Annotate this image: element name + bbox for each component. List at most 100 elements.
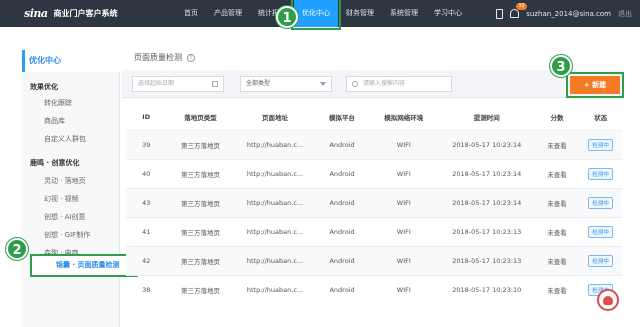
search-icon bbox=[352, 81, 358, 87]
table-row[interactable]: 43 第三方落地页 http://huaban.c... Android WIF… bbox=[126, 187, 622, 217]
cell-score: 未查看 bbox=[534, 245, 580, 275]
type-select[interactable]: 全部类型 bbox=[240, 76, 332, 92]
step-marker-2: 2 bbox=[6, 238, 28, 260]
table-row[interactable]: 40 第三方落地页 http://huaban.c... Android WIF… bbox=[126, 158, 622, 188]
sidebar-item-audience[interactable]: 自定义人群包 bbox=[44, 134, 86, 144]
cell-time: 2018-05-17 10:23:14 bbox=[438, 129, 535, 159]
main-nav: 首页 产品管理 统计报表 优化中心 财务管理 系统管理 学习中心 bbox=[176, 0, 470, 30]
sidebar-item-page-quality[interactable]: 锦囊 · 页面质量检测 bbox=[30, 254, 138, 277]
cell-status: 检测中 bbox=[579, 245, 622, 275]
cell-time: 2018-05-17 10:23:13 bbox=[438, 216, 535, 246]
cell-url[interactable]: http://huaban.c... bbox=[234, 158, 316, 188]
notification-badge: 32 bbox=[516, 3, 527, 10]
page-title-row: 页面质量检测 ? bbox=[134, 52, 195, 63]
cell-url[interactable]: http://huaban.c... bbox=[234, 216, 316, 246]
cell-network: WIFI bbox=[368, 158, 439, 188]
user-area: 32 suzhan_2014@sina.com 退出 bbox=[496, 0, 632, 27]
cell-score: 未查看 bbox=[534, 129, 580, 159]
col-landing-type: 落地页类型 bbox=[166, 104, 235, 130]
cell-id: 41 bbox=[126, 216, 167, 246]
cell-network: WIFI bbox=[368, 245, 439, 275]
table-row[interactable]: 38 第三方落地页 http://huaban.c... Android WIF… bbox=[126, 274, 622, 304]
sidebar-title: 优化中心 bbox=[22, 50, 120, 72]
cell-status: 检测中 bbox=[579, 158, 622, 188]
cell-url[interactable]: http://huaban.c... bbox=[234, 245, 316, 275]
sidebar-item-catalog[interactable]: 商品库 bbox=[44, 116, 65, 126]
nav-products[interactable]: 产品管理 bbox=[206, 0, 250, 27]
cell-platform: Android bbox=[315, 187, 369, 217]
col-platform: 模拟平台 bbox=[315, 104, 369, 130]
cell-score: 未查看 bbox=[534, 158, 580, 188]
nav-home[interactable]: 首页 bbox=[176, 0, 206, 27]
sidebar-section-effect: 效果优化 bbox=[30, 83, 58, 91]
cell-id: 43 bbox=[126, 187, 167, 217]
cell-platform: Android bbox=[315, 216, 369, 246]
sina-logo: sina bbox=[24, 7, 48, 20]
table-row[interactable]: 39 第三方落地页 http://huaban.c... Android WIF… bbox=[126, 129, 622, 159]
sidebar-item-video[interactable]: 幻视 · 视频 bbox=[44, 194, 79, 204]
cell-time: 2018-05-17 10:23:14 bbox=[438, 158, 535, 188]
sidebar-section-creative: 鹿鸣 · 创意优化 bbox=[30, 159, 80, 167]
customer-service-icon[interactable] bbox=[597, 289, 619, 311]
status-badge: 检测中 bbox=[588, 167, 613, 180]
col-network: 模拟网络环境 bbox=[368, 104, 439, 130]
filter-bar: 选择起始日期 全部类型 请输入搜索内容 bbox=[122, 70, 624, 98]
type-select-value: 全部类型 bbox=[246, 80, 271, 87]
cell-network: WIFI bbox=[368, 187, 439, 217]
nav-learning[interactable]: 学习中心 bbox=[426, 0, 470, 27]
status-badge: 检测中 bbox=[588, 138, 613, 151]
search-input[interactable]: 请输入搜索内容 bbox=[346, 76, 452, 92]
nav-optimization[interactable]: 优化中心 bbox=[291, 0, 341, 30]
cell-type: 第三方落地页 bbox=[166, 245, 235, 275]
cell-platform: Android bbox=[315, 129, 369, 159]
cell-time: 2018-05-17 10:23:10 bbox=[438, 274, 535, 304]
system-name: 商业门户客户系统 bbox=[53, 9, 118, 18]
cell-id: 42 bbox=[126, 245, 167, 275]
logout-link[interactable]: 退出 bbox=[618, 9, 632, 19]
cell-id: 40 bbox=[126, 158, 167, 188]
col-url: 页面地址 bbox=[234, 104, 316, 130]
help-icon[interactable]: ? bbox=[187, 53, 195, 62]
cell-time: 2018-05-17 10:23:14 bbox=[438, 187, 535, 217]
phone-icon[interactable] bbox=[496, 8, 504, 19]
col-score: 分数 bbox=[534, 104, 580, 130]
cell-platform: Android bbox=[315, 274, 369, 304]
table-row[interactable]: 41 第三方落地页 http://huaban.c... Android WIF… bbox=[126, 216, 622, 246]
cell-platform: Android bbox=[315, 158, 369, 188]
sidebar-item-conversion[interactable]: 转化跟踪 bbox=[44, 98, 72, 108]
logo[interactable]: sina 商业门户客户系统 bbox=[24, 7, 118, 20]
new-button[interactable]: + 新建 bbox=[566, 72, 624, 98]
status-badge: 检测中 bbox=[588, 225, 613, 238]
bell-icon[interactable]: 32 bbox=[510, 3, 527, 18]
cell-url[interactable]: http://huaban.c... bbox=[234, 274, 316, 304]
cell-url[interactable]: http://huaban.c... bbox=[234, 187, 316, 217]
page-title: 页面质量检测 bbox=[134, 53, 182, 62]
cell-type: 第三方落地页 bbox=[166, 129, 235, 159]
top-navbar: sina 商业门户客户系统 首页 产品管理 统计报表 优化中心 财务管理 系统管… bbox=[0, 0, 640, 30]
status-badge: 检测中 bbox=[588, 254, 613, 267]
cell-network: WIFI bbox=[368, 216, 439, 246]
search-placeholder: 请输入搜索内容 bbox=[363, 80, 406, 87]
date-placeholder: 选择起始日期 bbox=[138, 80, 175, 87]
nav-system[interactable]: 系统管理 bbox=[382, 0, 426, 27]
sidebar-item-gif[interactable]: 创想 · GIF制作 bbox=[44, 230, 90, 240]
cell-url[interactable]: http://huaban.c... bbox=[234, 129, 316, 159]
sidebar: 优化中心 效果优化 转化跟踪 商品库 自定义人群包 鹿鸣 · 创意优化 灵动 ·… bbox=[22, 50, 138, 327]
nav-finance[interactable]: 财务管理 bbox=[338, 0, 382, 27]
cell-type: 第三方落地页 bbox=[166, 158, 235, 188]
table-row[interactable]: 42 第三方落地页 http://huaban.c... Android WIF… bbox=[126, 245, 622, 275]
sidebar-item-ai[interactable]: 创想 · AI创意 bbox=[44, 212, 86, 222]
user-email[interactable]: suzhan_2014@sina.com bbox=[526, 10, 611, 18]
cell-type: 第三方落地页 bbox=[166, 187, 235, 217]
cell-id: 39 bbox=[126, 129, 167, 159]
col-id: ID bbox=[126, 104, 167, 130]
cell-score: 未查看 bbox=[534, 274, 580, 304]
cell-status: 检测中 bbox=[579, 216, 622, 246]
results-table: ID 落地页类型 页面地址 模拟平台 模拟网络环境 提测时间 分数 状态 39 … bbox=[126, 104, 622, 304]
sidebar-item-landing[interactable]: 灵动 · 落地页 bbox=[44, 176, 86, 186]
status-badge: 检测中 bbox=[588, 196, 613, 209]
cell-status: 检测中 bbox=[579, 129, 622, 159]
table-header-row: ID 落地页类型 页面地址 模拟平台 模拟网络环境 提测时间 分数 状态 bbox=[126, 104, 622, 130]
step-marker-3: 3 bbox=[550, 55, 572, 77]
date-picker[interactable]: 选择起始日期 bbox=[132, 76, 224, 92]
